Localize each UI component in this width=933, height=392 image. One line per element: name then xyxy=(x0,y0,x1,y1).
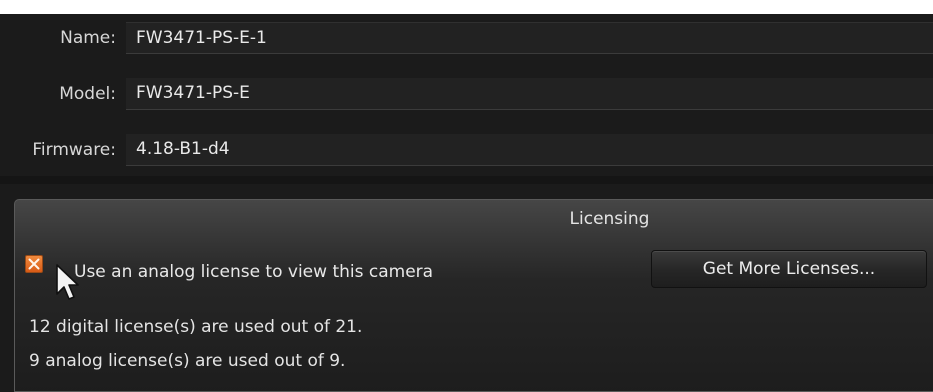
x-mark-icon xyxy=(28,258,40,270)
name-field[interactable]: FW3471-PS-E-1 xyxy=(126,22,933,54)
firmware-label: Firmware: xyxy=(32,140,116,160)
name-label: Name: xyxy=(60,28,116,48)
model-label: Model: xyxy=(59,84,116,104)
get-more-licenses-button[interactable]: Get More Licenses... xyxy=(651,250,927,288)
section-divider xyxy=(0,176,933,184)
firmware-field: 4.18-B1-d4 xyxy=(126,134,933,166)
camera-properties-window: Name: FW3471-PS-E-1 Model: FW3471-PS-E F… xyxy=(0,0,933,392)
model-field: FW3471-PS-E xyxy=(126,78,933,110)
firmware-row: Firmware: 4.18-B1-d4 xyxy=(0,134,933,168)
mouse-pointer-icon xyxy=(56,264,79,300)
digital-license-status: 12 digital license(s) are used out of 21… xyxy=(29,317,363,337)
analog-license-status: 9 analog license(s) are used out of 9. xyxy=(29,351,346,371)
name-row: Name: FW3471-PS-E-1 xyxy=(0,22,933,56)
analog-license-checkbox[interactable] xyxy=(25,255,43,273)
top-edge xyxy=(0,0,933,14)
model-row: Model: FW3471-PS-E xyxy=(0,78,933,112)
analog-license-checkbox-label[interactable]: Use an analog license to view this camer… xyxy=(74,262,433,282)
licensing-title: Licensing xyxy=(569,209,650,229)
